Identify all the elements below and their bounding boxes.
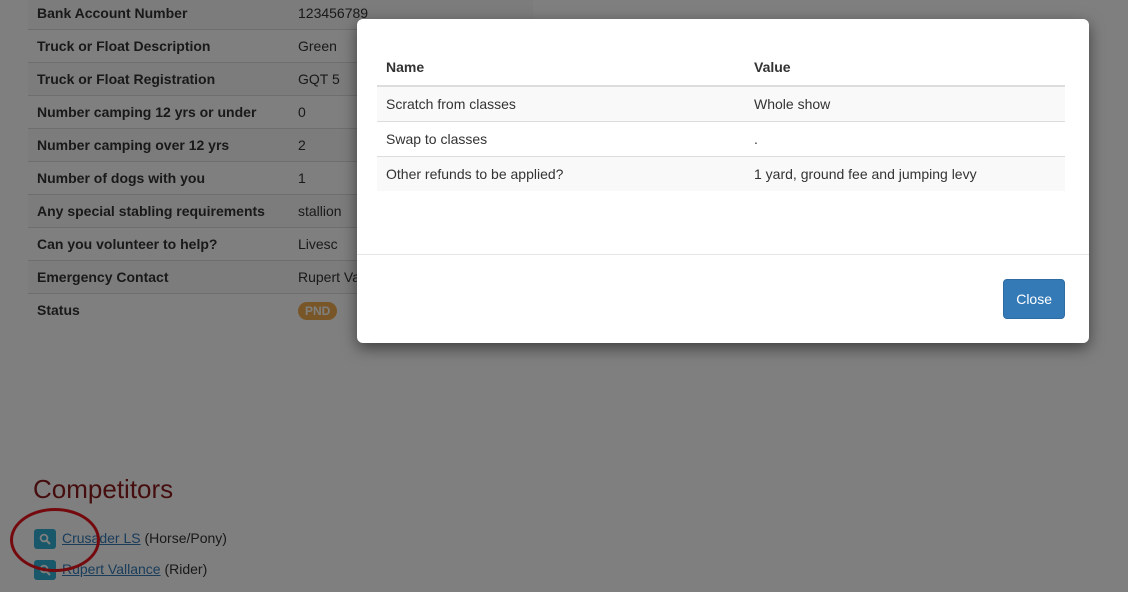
close-button[interactable]: Close: [1003, 279, 1065, 319]
row-name: Swap to classes: [377, 121, 745, 157]
row-name: Scratch from classes: [377, 85, 745, 122]
modal-header-row: Name Value: [377, 49, 1065, 87]
row-value: Whole show: [745, 85, 1065, 122]
row-value: .: [745, 121, 1065, 157]
column-header-name: Name: [377, 49, 745, 87]
modal-footer: Close: [357, 254, 1089, 344]
column-header-value: Value: [745, 49, 1065, 87]
row-name: Other refunds to be applied?: [377, 156, 745, 191]
table-row: Scratch from classes Whole show: [377, 85, 1065, 122]
modal-table: Name Value Scratch from classes Whole sh…: [377, 49, 1065, 191]
row-value: 1 yard, ground fee and jumping levy: [745, 156, 1065, 191]
details-modal: Name Value Scratch from classes Whole sh…: [357, 19, 1089, 343]
page: Bank Account Number 123456789 Truck or F…: [0, 0, 1128, 592]
table-row: Swap to classes .: [377, 121, 1065, 157]
table-row: Other refunds to be applied? 1 yard, gro…: [377, 156, 1065, 191]
